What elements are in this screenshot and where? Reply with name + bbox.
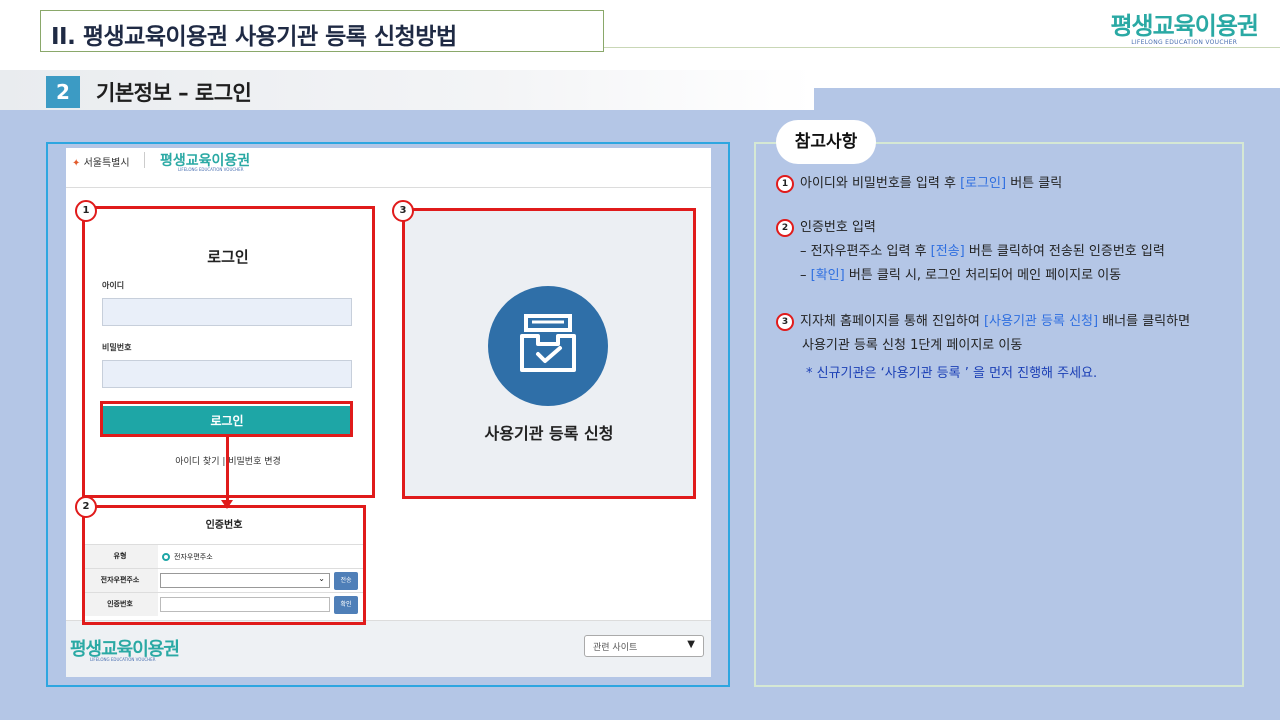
dropdown-arrow-icon: ▼ (687, 639, 695, 650)
step-badge-1: 1 (75, 200, 97, 222)
highlight-verification (82, 505, 366, 625)
footer-brand-subtext: LIFELONG EDUCATION VOUCHER (90, 657, 156, 662)
note-number-1: 1 (776, 174, 794, 193)
note-2-sub2-post: 버튼 클릭 시, 로그인 처리되어 메인 페이지로 이동 (844, 268, 1122, 283)
note-3-post: 배너를 클릭하면 (1098, 314, 1191, 329)
site-footer: 평생교육이용권 LIFELONG EDUCATION VOUCHER 관련 사이… (66, 620, 711, 677)
title-divider (604, 47, 1280, 48)
note-2-text: 인증번호 입력 (800, 220, 876, 235)
seoul-label: 서울특별시 (83, 158, 130, 169)
note-2-sub1-highlight: [전송] (930, 244, 965, 259)
note-3-line2: 사용기관 등록 신청 1단계 페이지로 이동 (802, 338, 1023, 353)
slide-title-box: II. 평생교육이용권 사용기관 등록 신청방법 (40, 10, 604, 52)
brand-logo-text: 평생교육이용권 (1110, 12, 1259, 40)
brand-logo-subtext: LIFELONG EDUCATION VOUCHER (1131, 39, 1238, 46)
header-separator (144, 152, 145, 168)
note-2-sub1-pre: – 전자우편주소 입력 후 (800, 244, 931, 259)
note-item-2: 2 인증번호 입력 (776, 216, 876, 240)
note-number-3: 3 (776, 312, 794, 331)
note-1-text: 아이디와 비밀번호를 입력 후 (800, 176, 961, 191)
note-1-highlight: [로그인] (960, 176, 1007, 191)
seoul-logo[interactable]: ✦ 서울특별시 (72, 154, 130, 169)
note-3-text: 지자체 홈페이지를 통해 진입하여 (800, 314, 984, 329)
section-title: 기본정보 – 로그인 (96, 81, 252, 105)
flow-arrow-line (226, 436, 229, 506)
note-item-1: 1 아이디와 비밀번호를 입력 후 [로그인] 버튼 클릭 (776, 172, 1062, 196)
site-header: ✦ 서울특별시 평생교육이용권 LIFELONG EDUCATION VOUCH… (66, 148, 711, 188)
note-number-2: 2 (776, 218, 794, 237)
related-sites-select[interactable]: 관련 사이트 ▼ (584, 635, 704, 657)
step-badge-3: 3 (392, 200, 414, 222)
related-sites-label: 관련 사이트 (593, 643, 638, 653)
highlight-apply-banner (402, 208, 696, 499)
note-2-sub1: – 전자우편주소 입력 후 [전송] 버튼 클릭하여 전송된 인증번호 입력 (800, 240, 1165, 264)
note-2-sub2: – [확인] 버튼 클릭 시, 로그인 처리되어 메인 페이지로 이동 (800, 264, 1121, 288)
flow-arrow-head (221, 500, 233, 509)
highlight-login-button (100, 401, 353, 437)
note-3-highlight: [사용기관 등록 신청] (983, 314, 1099, 329)
note-1-post: 버튼 클릭 (1006, 176, 1063, 191)
note-item-3: 3 지자체 홈페이지를 통해 진입하여 [사용기관 등록 신청] 배너를 클릭하면 (776, 310, 1190, 334)
note-2-sub1-post: 버튼 클릭하여 전송된 인증번호 입력 (964, 244, 1165, 259)
section-number: 2 (46, 76, 80, 108)
site-brand-subtext: LIFELONG EDUCATION VOUCHER (178, 167, 244, 172)
notes-header: 참고사항 (776, 120, 876, 164)
step-badge-2: 2 (75, 496, 97, 518)
note-2-sub2-pre: – (800, 268, 811, 283)
slide-title: II. 평생교육이용권 사용기관 등록 신청방법 (51, 24, 457, 50)
brand-logo: 평생교육이용권 LIFELONG EDUCATION VOUCHER (1110, 6, 1259, 46)
seoul-icon: ✦ (72, 158, 81, 169)
note-2-sub2-highlight: [확인] (810, 268, 845, 283)
note-3-star: * 신규기관은 ‘사용기관 등록 ’ 을 먼저 진행해 주세요. (806, 366, 1098, 381)
